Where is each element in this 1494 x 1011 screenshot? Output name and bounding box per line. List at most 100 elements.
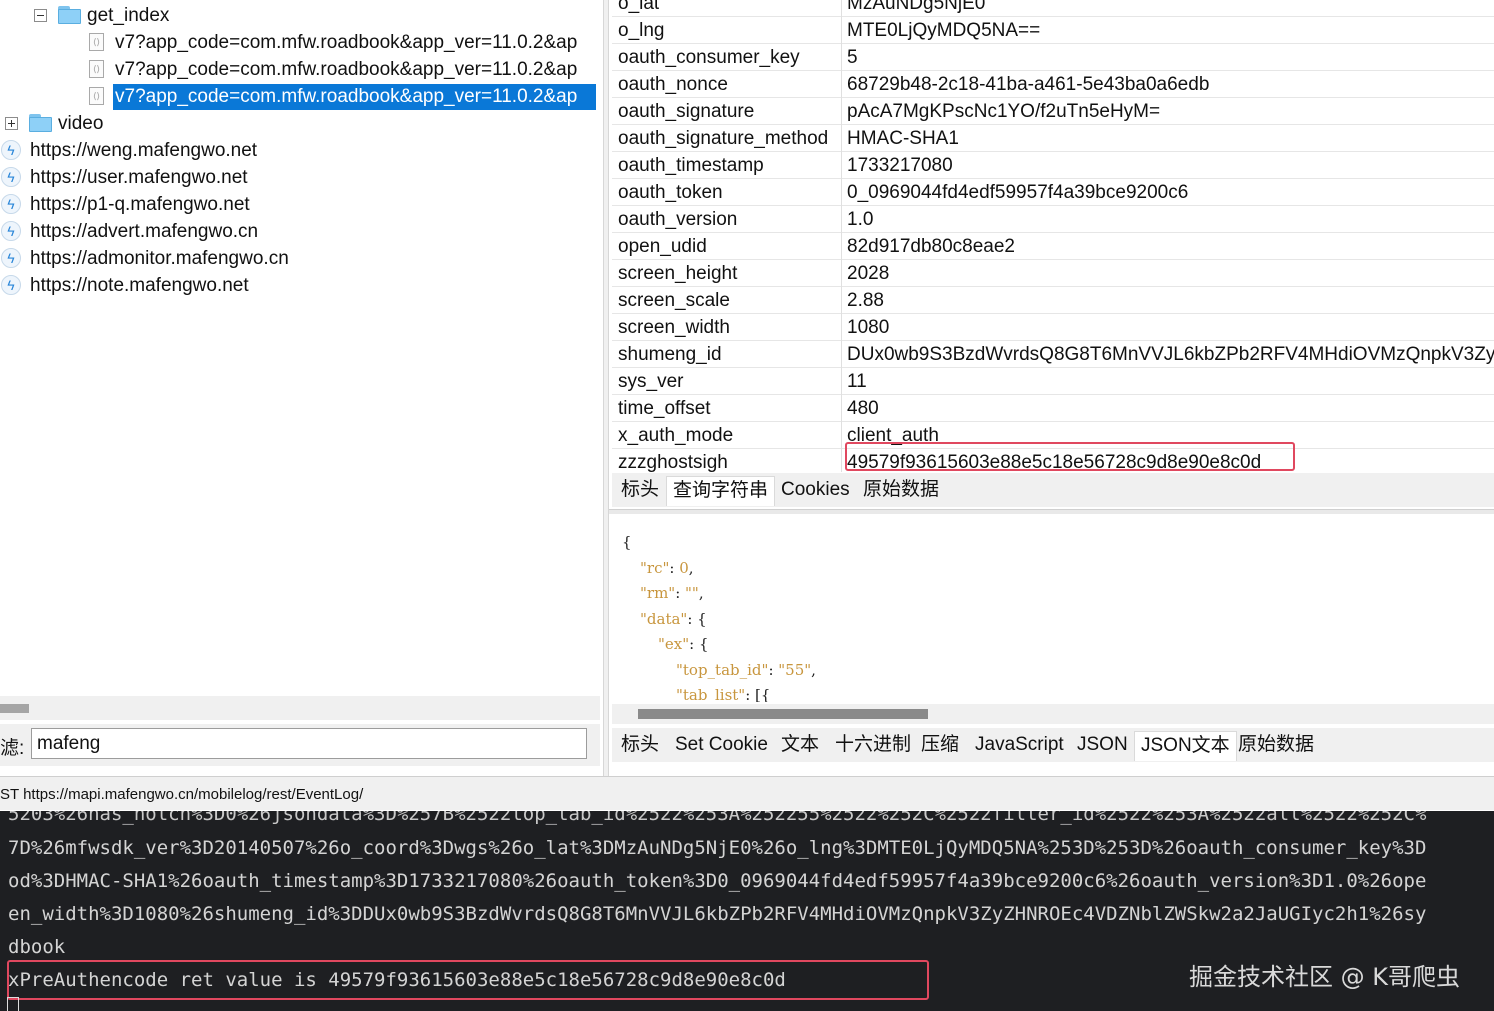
tree-host-item[interactable]: ϟ https://admonitor.mafengwo.cn [0,245,600,272]
tab-cookies[interactable]: Cookies [775,476,856,506]
tree-folder-video[interactable]: video [0,110,600,137]
tab-request-headers[interactable]: 标头 [615,476,665,506]
json-token: : [768,660,779,679]
param-value: 2.88 [847,290,884,311]
param-row[interactable]: o_lat MzAuNDg5NjE0 [612,0,1494,17]
request-label: v7?app_code=com.mfw.roadbook&app_ver=11.… [115,32,578,53]
tab-response-raw[interactable]: 原始数据 [1232,731,1320,761]
param-value: 0_0969044fd4edf59957f4a39bce9200c6 [847,182,1189,203]
expand-icon[interactable] [5,117,18,130]
param-value: pAcA7MgKPscNc1YO/f2uTn5eHyM= [847,101,1161,122]
tab-javascript[interactable]: JavaScript [969,731,1070,761]
param-row[interactable]: oauth_signature_method HMAC-SHA1 [612,125,1494,152]
param-row[interactable]: screen_width 1080 [612,314,1494,341]
vertical-splitter[interactable] [603,0,609,776]
horizontal-splitter[interactable] [609,509,1494,514]
param-row[interactable]: oauth_consumer_key 5 [612,44,1494,71]
param-value: 82d917db80c8eae2 [847,236,1016,257]
tree-folder-label: video [58,113,104,134]
json-line: "ex": { [658,632,709,657]
json-key: "ex" [658,635,690,653]
json-key: "tab_list" [676,686,746,702]
tab-text[interactable]: 文本 [775,731,825,761]
collapse-icon[interactable] [34,9,47,22]
json-key: "rm" [640,584,676,602]
json-horizontal-scrollbar[interactable] [612,704,1494,724]
param-key: o_lat [618,0,660,14]
param-row[interactable]: screen_scale 2.88 [612,287,1494,314]
tree-host-item[interactable]: ϟ https://user.mafengwo.net [0,164,600,191]
lightning-icon: ϟ [1,221,21,241]
terminal-line: od%3DHMAC-SHA1%26oauth_timestamp%3D17332… [8,870,1427,892]
tree-request-item[interactable]: ⟨⟩ v7?app_code=com.mfw.roadbook&app_ver=… [0,29,600,56]
json-token: : [{ [745,686,771,702]
tab-query-string[interactable]: 查询字符串 [666,476,776,506]
tree-host-item[interactable]: ϟ https://note.mafengwo.net [0,272,600,299]
lightning-icon: ϟ [1,167,21,187]
param-row[interactable]: oauth_signature pAcA7MgKPscNc1YO/f2uTn5eH… [612,98,1494,125]
filter-input[interactable] [31,728,587,759]
param-row[interactable]: oauth_timestamp 1733217080 [612,152,1494,179]
param-key: zzzghostsigh [618,452,728,472]
param-key: oauth_version [618,209,738,230]
param-row[interactable]: time_offset 480 [612,395,1494,422]
param-value: 1.0 [847,209,874,230]
param-value: MzAuNDg5NjE0 [847,0,986,14]
json-token: : { [689,635,709,653]
tree-host-item[interactable]: ϟ https://p1-q.mafengwo.net [0,191,600,218]
json-key: "top_tab_id" [676,660,769,679]
request-file-icon: ⟨⟩ [89,33,104,51]
tab-json-text[interactable]: JSON文本 [1134,731,1237,761]
host-label: https://p1-q.mafengwo.net [30,194,250,215]
param-value: 11 [847,371,867,392]
tab-response-headers[interactable]: 标头 [615,731,665,761]
tab-set-cookie[interactable]: Set Cookie [669,731,774,761]
tree-horizontal-scrollbar[interactable] [0,696,600,720]
param-key: oauth_consumer_key [618,47,800,68]
tab-json[interactable]: JSON [1071,731,1134,761]
param-row[interactable]: shumeng_id DUx0wb9S3BzdWvrdsQ8G8T6MnVVJL6… [612,341,1494,368]
lightning-icon: ϟ [1,194,21,214]
request-file-icon: ⟨⟩ [89,60,104,78]
tree-request-item-selected[interactable]: ⟨⟩ v7?app_code=com.mfw.roadbook&app_ver=… [0,83,600,110]
folder-icon [58,6,81,24]
param-row[interactable]: oauth_version 1.0 [612,206,1494,233]
tab-hex[interactable]: 十六进制 [829,731,917,761]
folder-icon [29,114,52,132]
tree-request-item[interactable]: ⟨⟩ v7?app_code=com.mfw.roadbook&app_ver=… [0,56,600,83]
request-label: v7?app_code=com.mfw.roadbook&app_ver=11.… [113,84,596,110]
param-row[interactable]: sys_ver 11 [612,368,1494,395]
tab-request-raw[interactable]: 原始数据 [857,476,945,506]
tab-compression[interactable]: 压缩 [915,731,965,761]
param-row[interactable]: screen_height 2028 [612,260,1494,287]
terminal-output: 5203%26has_notch%3D0%26jsondata%3D%257B%… [0,811,1494,1011]
tree-host-item[interactable]: ϟ https://weng.mafengwo.net [0,137,600,164]
param-value: 1733217080 [847,155,953,176]
json-line: "tab_list": [{ [676,683,770,702]
terminal-line: 7D%26mfwsdk_ver%3D20140507%26o_coord%3Dw… [8,837,1427,859]
json-token: "" [685,584,699,602]
watermark: 掘金技术社区 @ K哥爬虫 [1189,963,1460,991]
request-tabbar: 标头 查询字符串 Cookies 原始数据 [612,473,1494,507]
tree-folder-get-index[interactable]: get_index [0,2,600,29]
host-label: https://user.mafengwo.net [30,167,248,188]
scrollbar-thumb[interactable] [0,704,29,713]
grid-column-divider[interactable] [841,0,842,472]
param-row[interactable]: open_udid 82d917db80c8eae2 [612,233,1494,260]
status-url: ST https://mapi.mafengwo.cn/mobilelog/re… [0,786,364,803]
filter-bar: 滤: [0,724,600,766]
json-line: { [622,530,632,555]
param-row[interactable]: oauth_token 0_0969044fd4edf59957f4a39bce9… [612,179,1494,206]
tree-folder-label: get_index [87,5,170,26]
scrollbar-thumb[interactable] [638,709,928,719]
result-highlight-box [7,960,929,1000]
param-key: x_auth_mode [618,425,734,446]
param-key: open_udid [618,236,707,257]
response-json-view: {"rc": 0, "rm": "", "data": {"ex": {"top_t… [612,516,1494,702]
response-tabbar: 标头 Set Cookie 文本 十六进制 压缩 JavaScript JSON… [612,728,1494,762]
param-row[interactable]: oauth_nonce 68729b48-2c18-41ba-a461-5e43b… [612,71,1494,98]
param-row[interactable]: o_lng MTE0LjQyMDQ5NA== [612,17,1494,44]
param-key: o_lng [618,20,665,41]
tree-host-item[interactable]: ϟ https://advert.mafengwo.cn [0,218,600,245]
lightning-icon: ϟ [1,275,21,295]
